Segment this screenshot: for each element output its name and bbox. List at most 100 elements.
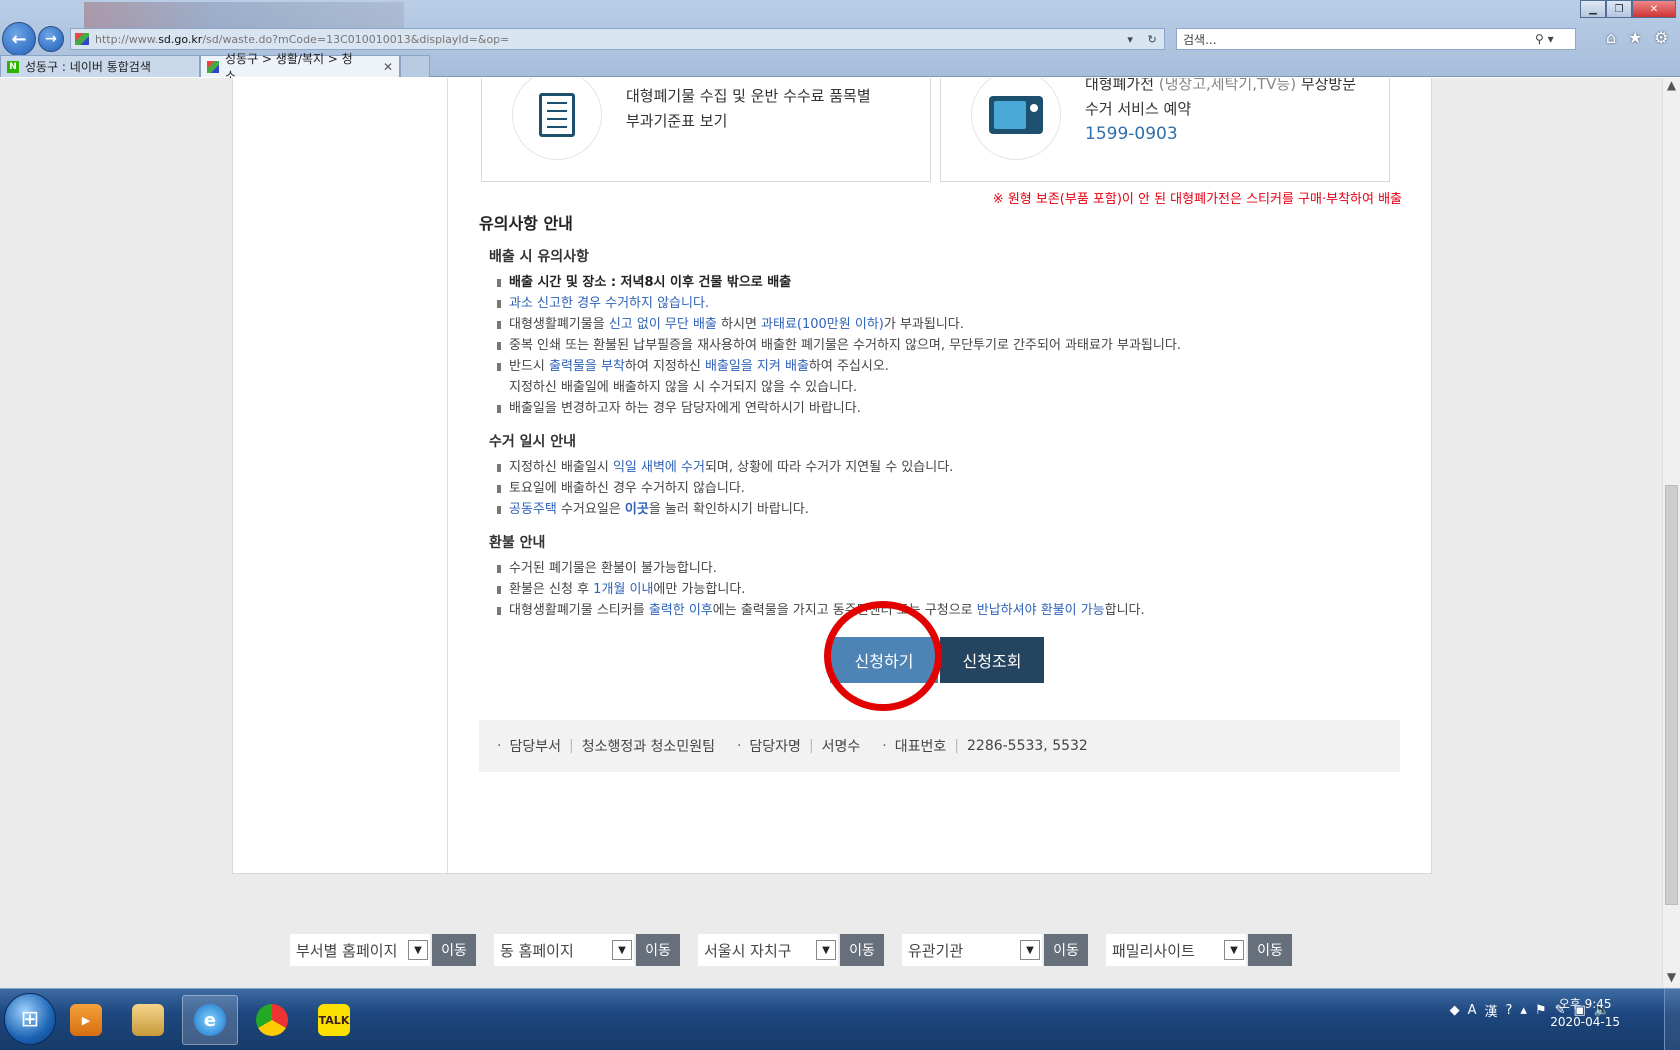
- tab-label: 성동구 : 네이버 통합검색: [25, 60, 151, 74]
- ie-page-icon: [75, 33, 89, 45]
- text-part: 합니다.: [1104, 603, 1145, 618]
- chevron-down-icon[interactable]: ▾: [1127, 33, 1133, 46]
- go-button[interactable]: 이동: [1248, 934, 1292, 966]
- ime-mode-hanja[interactable]: 漢: [1485, 1001, 1498, 1020]
- dong-homepage-select[interactable]: 동 홈페이지 ▼: [494, 934, 634, 966]
- text-part: 에만 가능합니다.: [653, 582, 746, 597]
- start-button[interactable]: ⊞: [4, 993, 56, 1045]
- chevron-down-icon[interactable]: ▼: [816, 940, 836, 960]
- gear-icon[interactable]: ⚙: [1654, 28, 1668, 47]
- refund-list: 수거된 폐기물은 환불이 불가능합니다. 환불은 신청 후 1개월 이내에만 가…: [497, 558, 1379, 621]
- document-icon: [539, 93, 575, 137]
- chevron-down-icon[interactable]: ▼: [408, 940, 428, 960]
- search-input[interactable]: 검색...: [1183, 31, 1535, 48]
- bullet: ·: [882, 738, 887, 754]
- text-part: 1개월 이내: [593, 582, 654, 597]
- taskbar-explorer[interactable]: [120, 995, 176, 1045]
- scroll-up-icon[interactable]: ▲: [1663, 78, 1680, 96]
- separator: |: [954, 738, 959, 754]
- address-url[interactable]: http://www.sd.go.kr/sd/waste.do?mCode=13…: [95, 33, 1120, 46]
- separator: |: [808, 738, 814, 754]
- ime-mode-a[interactable]: A: [1468, 1003, 1477, 1018]
- folder-icon: [132, 1004, 164, 1036]
- internet-explorer-icon: e: [194, 1004, 226, 1036]
- chevron-down-icon[interactable]: ▼: [1020, 940, 1040, 960]
- search-box[interactable]: 검색... ⚲ ▾: [1176, 28, 1576, 50]
- ime-icon[interactable]: ◆: [1450, 1003, 1460, 1018]
- refund-title: 환불 안내: [489, 535, 546, 551]
- apartment-schedule-link[interactable]: 이곳: [625, 502, 649, 517]
- sidebar-divider: [447, 78, 448, 874]
- inquiry-button[interactable]: 신청조회: [940, 637, 1044, 683]
- minimize-icon[interactable]: ▁: [1580, 0, 1606, 18]
- highlight-circle-annotation: [824, 601, 942, 711]
- family-site-select[interactable]: 패밀리사이트 ▼: [1106, 934, 1246, 966]
- list-item: 환불은 신청 후 1개월 이내에만 가능합니다.: [497, 579, 1379, 600]
- close-tab-icon[interactable]: ✕: [383, 60, 393, 74]
- text-part: 반납하셔야 환불이 가능: [976, 603, 1105, 618]
- footer-links: 부서별 홈페이지 ▼ 이동 동 홈페이지 ▼ 이동 서울시 자치구 ▼ 이동 유관기관…: [290, 934, 1310, 966]
- address-bar[interactable]: http://www.sd.go.kr/sd/waste.do?mCode=13…: [70, 28, 1165, 50]
- list-item: 지정하신 배출일에 배출하지 않을 시 수거되지 않을 수 있습니다.: [509, 380, 858, 395]
- tab-seongdong[interactable]: 성동구 > 생활/복지 > 청소... ✕: [200, 52, 400, 83]
- star-icon[interactable]: ★: [1628, 28, 1642, 47]
- taskbar-media-player[interactable]: ▶: [58, 995, 114, 1045]
- dept-value: 청소행정과 청소민원팀: [581, 739, 715, 755]
- show-desktop-button[interactable]: [1664, 989, 1680, 1050]
- appliance-pickup-card[interactable]: 대형폐가전 (냉장고,세탁기,TV등) 무상방문 수거 서비스 예약 1599-…: [940, 78, 1390, 182]
- action-center-icon[interactable]: ⚑: [1535, 1003, 1547, 1018]
- select-label: 부서별 홈페이지: [296, 941, 398, 960]
- text-part: 수거요일은: [556, 502, 625, 517]
- back-button[interactable]: ←: [2, 22, 36, 56]
- tab-naver[interactable]: N 성동구 : 네이버 통합검색: [0, 55, 200, 77]
- discharge-list: 배출 시간 및 장소 : 저녁8시 이후 건물 밖으로 배출 과소 신고한 경우…: [497, 272, 1379, 419]
- browser-chrome: ▁ ❐ ✕ ← → http://www.sd.go.kr/sd/waste.d…: [0, 0, 1680, 83]
- select-label: 패밀리사이트: [1112, 941, 1195, 960]
- taskbar-kakaotalk[interactable]: TALK: [306, 995, 362, 1045]
- cautions-title: 유의사항 안내: [479, 214, 573, 233]
- list-item: 공동주택 수거요일은 이곳을 눌러 확인하시기 바랍니다.: [497, 499, 1379, 520]
- separator: |: [568, 738, 574, 754]
- go-button[interactable]: 이동: [1044, 934, 1088, 966]
- page-viewport: 대형폐기물 수집 및 운반 수수료 품목별 부과기준표 보기 대형폐가전 (냉장…: [0, 78, 1662, 988]
- footer-link-related: 유관기관 ▼ 이동: [902, 934, 1088, 966]
- vertical-scrollbar[interactable]: ▲ ▼: [1662, 78, 1680, 988]
- new-tab-button[interactable]: [400, 55, 430, 77]
- close-icon[interactable]: ✕: [1632, 0, 1676, 18]
- person-label: 담당자명: [749, 739, 801, 755]
- fee-table-card[interactable]: 대형폐기물 수집 및 운반 수수료 품목별 부과기준표 보기: [481, 78, 931, 182]
- dept-homepage-select[interactable]: 부서별 홈페이지 ▼: [290, 934, 430, 966]
- url-prefix: http://www.: [95, 32, 159, 46]
- go-button[interactable]: 이동: [636, 934, 680, 966]
- list-item: 대형생활폐기물을 신고 없이 무단 배출 하시면 과태료(100만원 이하)가 …: [497, 314, 1379, 335]
- scroll-down-icon[interactable]: ▼: [1663, 970, 1680, 988]
- appliance-card-line2: 수거 서비스 예약: [1085, 100, 1192, 118]
- footer-link-dong: 동 홈페이지 ▼ 이동: [494, 934, 680, 966]
- related-org-select[interactable]: 유관기관 ▼: [902, 934, 1042, 966]
- clock-time: 오후 9:45: [1558, 997, 1612, 1011]
- scroll-thumb[interactable]: [1665, 485, 1678, 905]
- text-part: 대형생활폐기물 스티커를: [509, 603, 649, 618]
- refresh-icon[interactable]: ↻: [1147, 33, 1156, 46]
- go-button[interactable]: 이동: [432, 934, 476, 966]
- text-part: 환불은 신청 후: [509, 582, 594, 597]
- seoul-district-select[interactable]: 서울시 자치구 ▼: [698, 934, 838, 966]
- appliance-card-text: 대형폐가전 (냉장고,세탁기,TV등) 무상방문 수거 서비스 예약 1599-…: [1085, 78, 1356, 147]
- maximize-icon[interactable]: ❐: [1606, 0, 1632, 18]
- text-part: 지정하신 배출일시: [509, 460, 613, 475]
- media-player-icon: ▶: [70, 1004, 102, 1036]
- home-icon[interactable]: ⌂: [1606, 28, 1616, 47]
- go-button[interactable]: 이동: [840, 934, 884, 966]
- fee-card-line1: 대형폐기물 수집 및 운반 수수료 품목별: [626, 87, 871, 105]
- chevron-down-icon[interactable]: ▼: [612, 940, 632, 960]
- clock[interactable]: 오후 9:45 2020-04-15: [1550, 995, 1620, 1031]
- chevron-down-icon[interactable]: ▼: [1224, 940, 1244, 960]
- tray-expand-icon[interactable]: ▴: [1520, 1003, 1527, 1018]
- help-icon[interactable]: ?: [1506, 1003, 1513, 1018]
- kakaotalk-icon: TALK: [318, 1004, 350, 1036]
- text-part: 배출일을 지켜 배출: [704, 359, 809, 374]
- taskbar-chrome[interactable]: [244, 995, 300, 1045]
- taskbar-ie[interactable]: e: [182, 995, 238, 1045]
- search-icon[interactable]: ⚲ ▾: [1535, 32, 1575, 46]
- forward-button[interactable]: →: [38, 26, 64, 52]
